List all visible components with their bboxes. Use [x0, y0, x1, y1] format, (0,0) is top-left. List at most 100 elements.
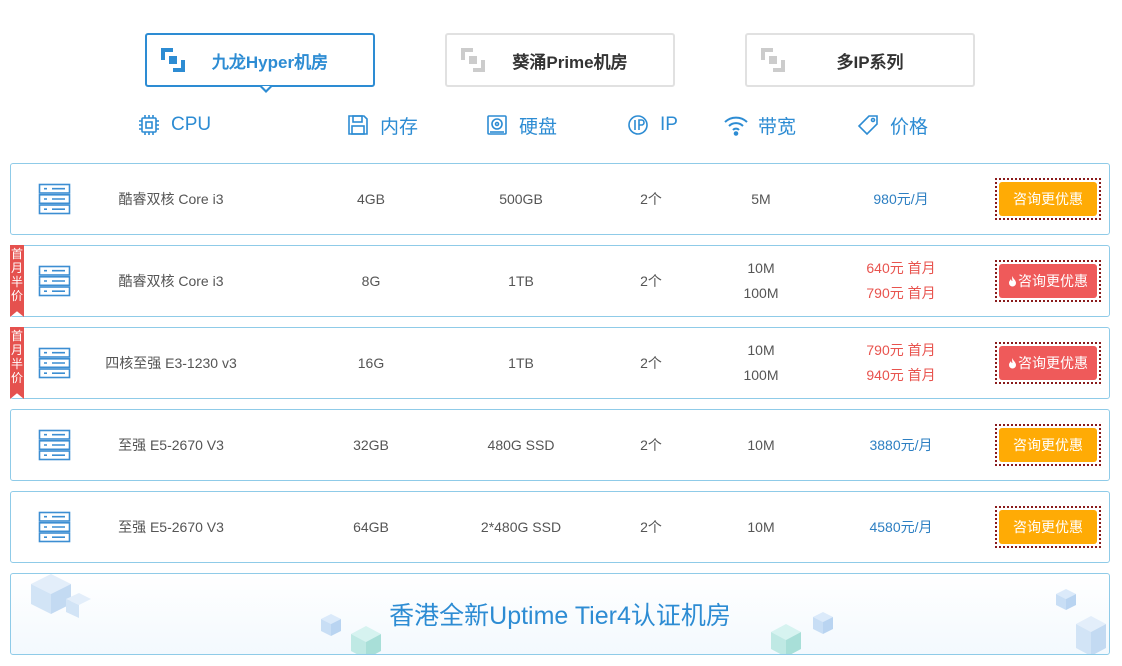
server-icon: [38, 183, 71, 215]
ram-value: 64GB: [353, 518, 389, 535]
ribbon-char: 月: [10, 343, 23, 357]
header-disk: 硬盘: [485, 110, 557, 140]
price-value: 3880元/月: [869, 436, 933, 453]
memory-icon: [348, 115, 368, 135]
box-logo-icon: [461, 48, 485, 72]
consult-discount-button[interactable]: 咨询更优惠: [995, 342, 1101, 384]
cpu-cell: 四核至强 E3-1230 v3: [71, 328, 271, 398]
chip-icon: [139, 115, 159, 135]
tab-label: 九龙Hyper机房: [211, 52, 329, 72]
consult-discount-button[interactable]: 咨询更优惠: [995, 178, 1101, 220]
first-month-half-price-ribbon: 首月半价: [10, 245, 24, 317]
table-row: 首月半价 四核至强 E3-1230 v3 16G 1TB 2个 10M 100M 790元 首…: [10, 327, 1110, 399]
server-icon: [38, 511, 71, 543]
cpu-value: 至强 E5-2670 V3: [118, 436, 224, 453]
ram-value: 8G: [361, 272, 381, 289]
header-ram-label: 内存: [380, 116, 419, 138]
bandwidth-cell: 10M: [711, 492, 811, 562]
tab-multi-ip[interactable]: 多IP系列: [745, 33, 975, 87]
consult-discount-button[interactable]: 咨询更优惠: [995, 260, 1101, 302]
tab-label: 多IP系列: [836, 52, 904, 72]
disk-value: 480G SSD: [487, 436, 555, 453]
ribbon-char: 价: [10, 289, 23, 303]
table-row: 首月半价 酷睿双核 Core i3 8G 1TB 2个 10M 100M 640元 首月 790…: [10, 245, 1110, 317]
ip-cell: 2个: [611, 492, 691, 562]
table-row: 酷睿双核 Core i3 4GB 500GB 2个 5M 980元/月 咨询更优惠: [10, 163, 1110, 235]
disk-cell: 500GB: [451, 164, 591, 234]
disk-value: 1TB: [508, 272, 534, 289]
ram-value: 16G: [357, 354, 385, 371]
header-cpu: CPU: [137, 110, 211, 140]
ip-value: 2个: [640, 354, 662, 371]
consult-button-label: 咨询更优惠: [1013, 191, 1083, 207]
ip-cell: 2个: [611, 246, 691, 316]
disk-value: 1TB: [508, 354, 534, 371]
bandwidth-cell: 5M: [711, 164, 811, 234]
bandwidth-cell: 10M 100M: [711, 246, 811, 316]
cpu-value: 酷睿双核 Core i3: [118, 190, 224, 207]
consult-discount-button[interactable]: 咨询更优惠: [995, 424, 1101, 466]
bandwidth-cell: 10M 100M: [711, 328, 811, 398]
tab-label: 葵涌Prime机房: [512, 52, 628, 72]
tab-kowloon-hyper[interactable]: 九龙Hyper机房: [145, 33, 375, 93]
ram-value: 32GB: [353, 436, 389, 453]
server-icon: [38, 347, 71, 379]
price-value: 980元/月: [873, 190, 929, 207]
price-value: 4580元/月: [869, 518, 933, 535]
cpu-value: 四核至强 E3-1230 v3: [105, 354, 237, 371]
header-bandwidth: 带宽: [722, 110, 796, 140]
price-cell: 980元/月: [831, 164, 971, 234]
disk-cell: 1TB: [451, 246, 591, 316]
cpu-cell: 酷睿双核 Core i3: [71, 164, 271, 234]
price-value: 790元 首月: [866, 285, 936, 301]
header-ip-label: IP: [660, 114, 678, 135]
ip-value: 2个: [640, 272, 662, 289]
header-price: 价格: [856, 110, 928, 140]
price-cell: 3880元/月: [831, 410, 971, 480]
cpu-value: 至强 E5-2670 V3: [118, 518, 224, 535]
price-value: 640元 首月: [866, 260, 936, 276]
consult-button-label: 咨询更优惠: [1013, 519, 1083, 535]
disk-cell: 2*480G SSD: [451, 492, 591, 562]
ribbon-char: 半: [10, 275, 23, 289]
bandwidth-value: 5M: [751, 190, 771, 207]
ip-cell: 2个: [611, 328, 691, 398]
table-row: 至强 E5-2670 V3 64GB 2*480G SSD 2个 10M 4580元/月 咨…: [10, 491, 1110, 563]
price-cell: 640元 首月 790元 首月: [831, 246, 971, 316]
header-ip: IP: [626, 110, 678, 140]
ip-value: 2个: [640, 436, 662, 453]
header-price-label: 价格: [890, 116, 929, 138]
disk-cell: 1TB: [451, 328, 591, 398]
price-value: 790元 首月: [866, 342, 936, 358]
header-disk-label: 硬盘: [519, 116, 558, 138]
cpu-value: 酷睿双核 Core i3: [118, 272, 224, 289]
cpu-cell: 至强 E5-2670 V3: [71, 410, 271, 480]
table-row: 至强 E5-2670 V3 32GB 480G SSD 2个 10M 3880元/月 咨询更…: [10, 409, 1110, 481]
server-icon: [38, 265, 71, 297]
ram-cell: 4GB: [321, 164, 421, 234]
ram-value: 4GB: [356, 190, 385, 207]
wifi-icon: [724, 116, 748, 136]
bandwidth-value: 10M: [747, 436, 775, 453]
ribbon-char: 半: [10, 357, 23, 371]
header-cpu-label: CPU: [171, 114, 212, 135]
ram-cell: 8G: [321, 246, 421, 316]
tab-kwai-chung-prime[interactable]: 葵涌Prime机房: [445, 33, 675, 87]
box-logo-icon: [161, 48, 185, 72]
price-cell: 4580元/月: [831, 492, 971, 562]
ram-cell: 32GB: [321, 410, 421, 480]
ribbon-char: 月: [10, 261, 23, 275]
cpu-cell: 酷睿双核 Core i3: [71, 246, 271, 316]
disk-value: 2*480G SSD: [480, 518, 562, 535]
bandwidth-value: 10M: [747, 260, 775, 276]
banner-title: 香港全新Uptime Tier4认证机房: [389, 602, 731, 630]
datacenter-tabs: 九龙Hyper机房 葵涌Prime机房 多IP系列: [0, 33, 1122, 93]
consult-button-label: 咨询更优惠: [1018, 355, 1088, 371]
header-ram: 内存: [346, 110, 418, 140]
ribbon-char: 首: [10, 329, 23, 343]
datacenter-banner: 香港全新Uptime Tier4认证机房: [10, 573, 1110, 655]
consult-discount-button[interactable]: 咨询更优惠: [995, 506, 1101, 548]
ip-cell: 2个: [611, 164, 691, 234]
bandwidth-cell: 10M: [711, 410, 811, 480]
ip-icon: [628, 115, 648, 135]
